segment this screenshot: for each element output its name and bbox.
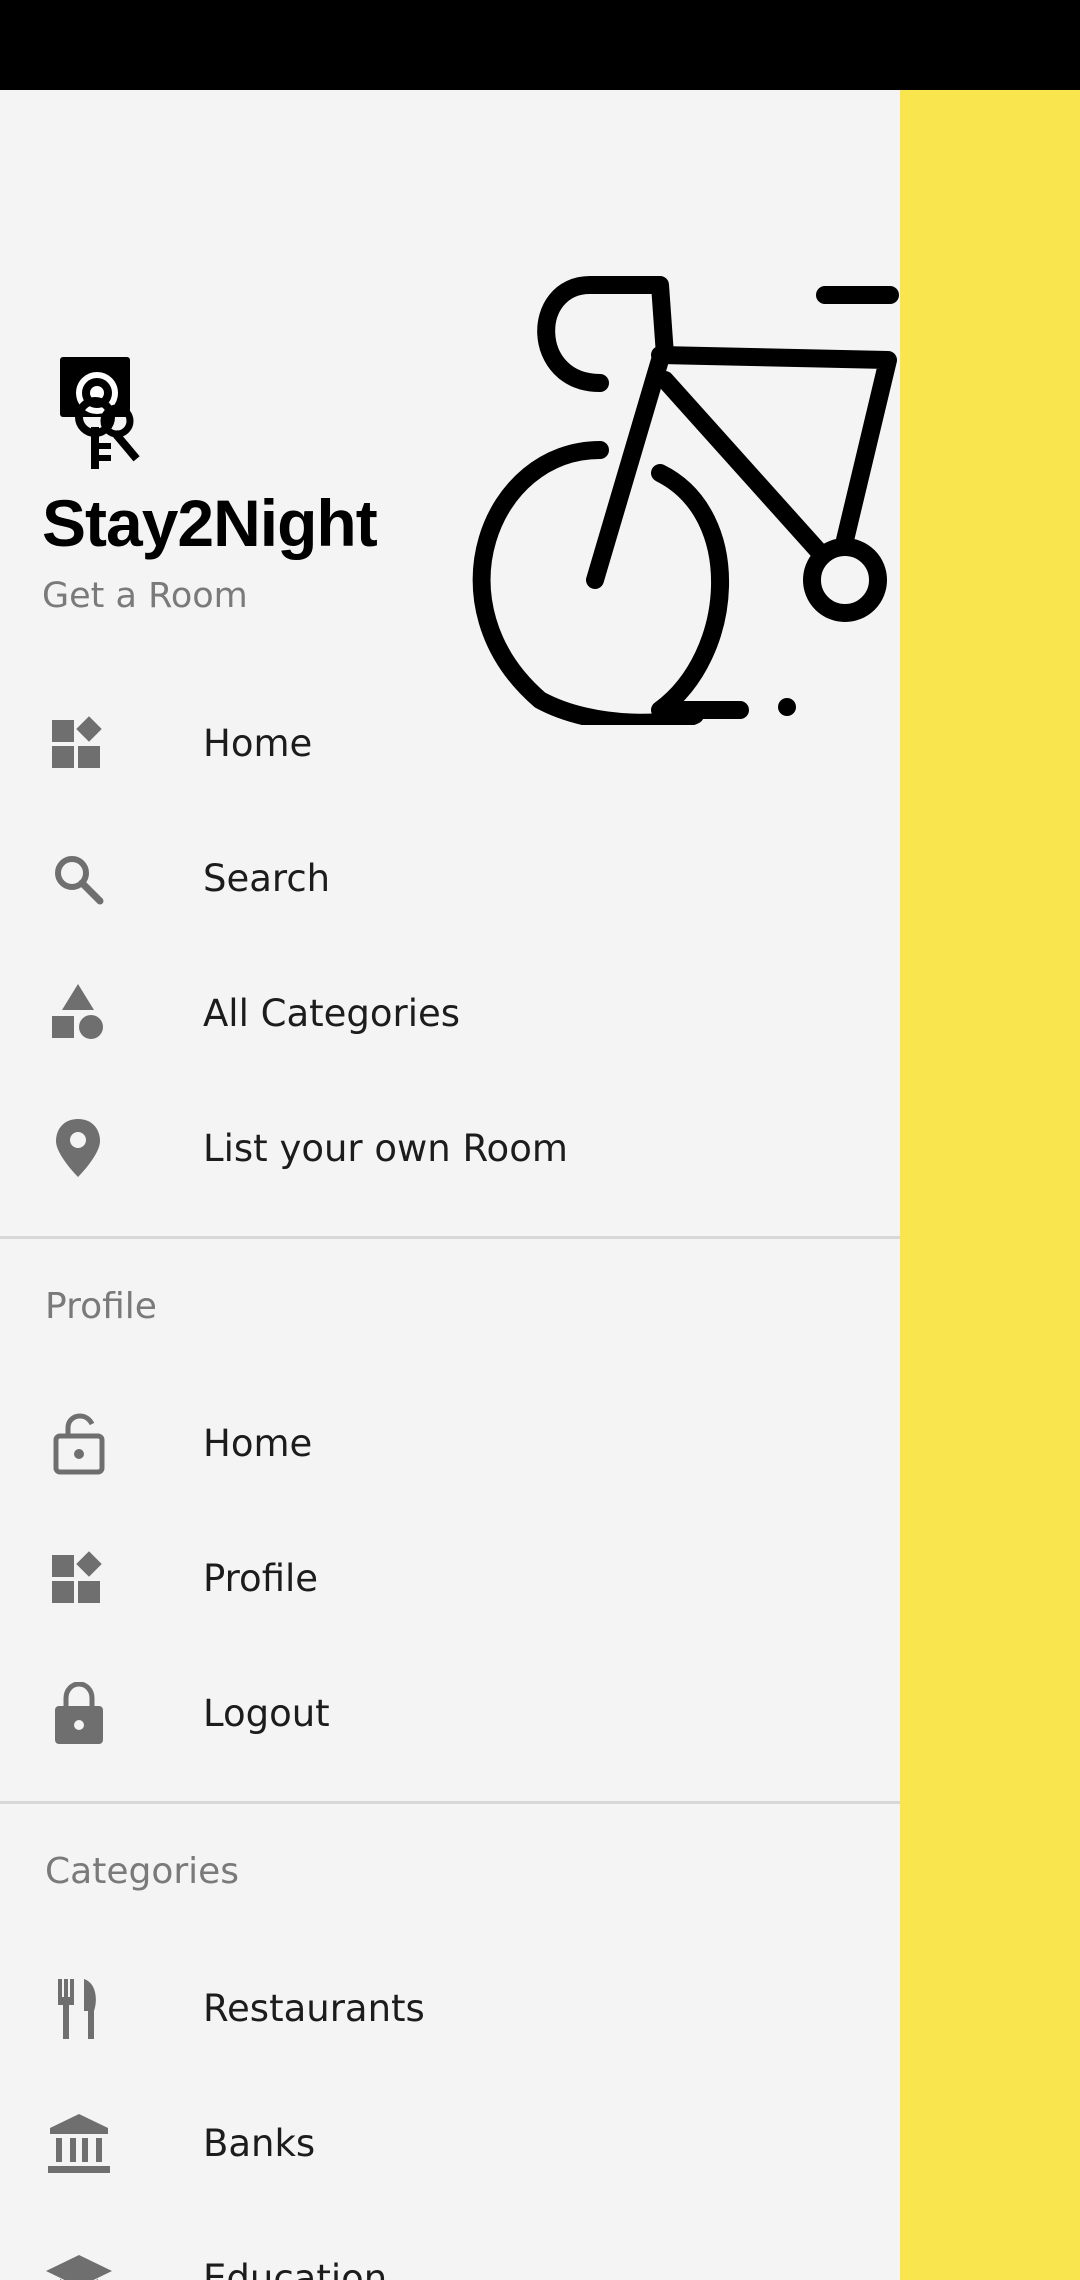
menu-item-label: Education xyxy=(203,2257,388,2280)
restaurant-icon xyxy=(58,1979,96,2039)
menu-item-restaurants[interactable]: Restaurants xyxy=(0,1941,900,2076)
menu-item-profile-home[interactable]: Home xyxy=(0,1376,900,1511)
category-shapes-icon xyxy=(52,984,103,1039)
section-title-profile: Profile xyxy=(45,1286,157,1327)
lock-open-icon xyxy=(53,1413,105,1475)
menu-item-home[interactable]: Home xyxy=(0,676,900,811)
menu-item-profile[interactable]: Profile xyxy=(0,1511,900,1646)
dashboard-icon xyxy=(52,716,102,768)
navigation-drawer: Stay2Night Get a Room Home Search All Ca… xyxy=(0,90,900,2280)
menu-divider xyxy=(0,1236,900,1239)
menu-item-banks[interactable]: Banks xyxy=(0,2076,900,2211)
location-pin-icon xyxy=(56,1119,100,1177)
lock-icon xyxy=(55,1682,103,1744)
menu-item-label: Restaurants xyxy=(203,1987,425,2030)
dashboard-icon xyxy=(52,1551,102,1603)
menu-item-label: Home xyxy=(203,722,313,765)
menu-item-list-room[interactable]: List your own Room xyxy=(0,1081,900,1216)
bicycle-illustration xyxy=(472,276,899,725)
bank-icon xyxy=(48,2114,110,2173)
menu-item-label: Search xyxy=(203,857,331,900)
school-icon xyxy=(46,2255,112,2280)
menu-item-search[interactable]: Search xyxy=(0,811,900,946)
menu-item-label: Profile xyxy=(203,1557,319,1600)
menu-item-label: Home xyxy=(203,1422,313,1465)
app-subtitle: Get a Room xyxy=(42,576,248,616)
menu-item-label: Logout xyxy=(203,1692,330,1735)
app-title: Stay2Night xyxy=(42,486,378,560)
menu-item-education[interactable]: Education xyxy=(0,2211,900,2280)
menu-item-label: List your own Room xyxy=(203,1127,568,1170)
drawer-header: Stay2Night Get a Room xyxy=(0,90,900,725)
search-icon xyxy=(55,856,104,905)
app-logo-icon xyxy=(60,357,140,469)
menu-divider xyxy=(0,1801,900,1804)
menu-item-logout[interactable]: Logout xyxy=(0,1646,900,1781)
status-bar xyxy=(0,0,1080,90)
section-title-categories: Categories xyxy=(45,1851,240,1892)
menu-item-label: All Categories xyxy=(203,992,461,1035)
menu-item-label: Banks xyxy=(203,2122,316,2165)
menu-item-all-categories[interactable]: All Categories xyxy=(0,946,900,1081)
content-behind-drawer[interactable] xyxy=(900,90,1080,2280)
